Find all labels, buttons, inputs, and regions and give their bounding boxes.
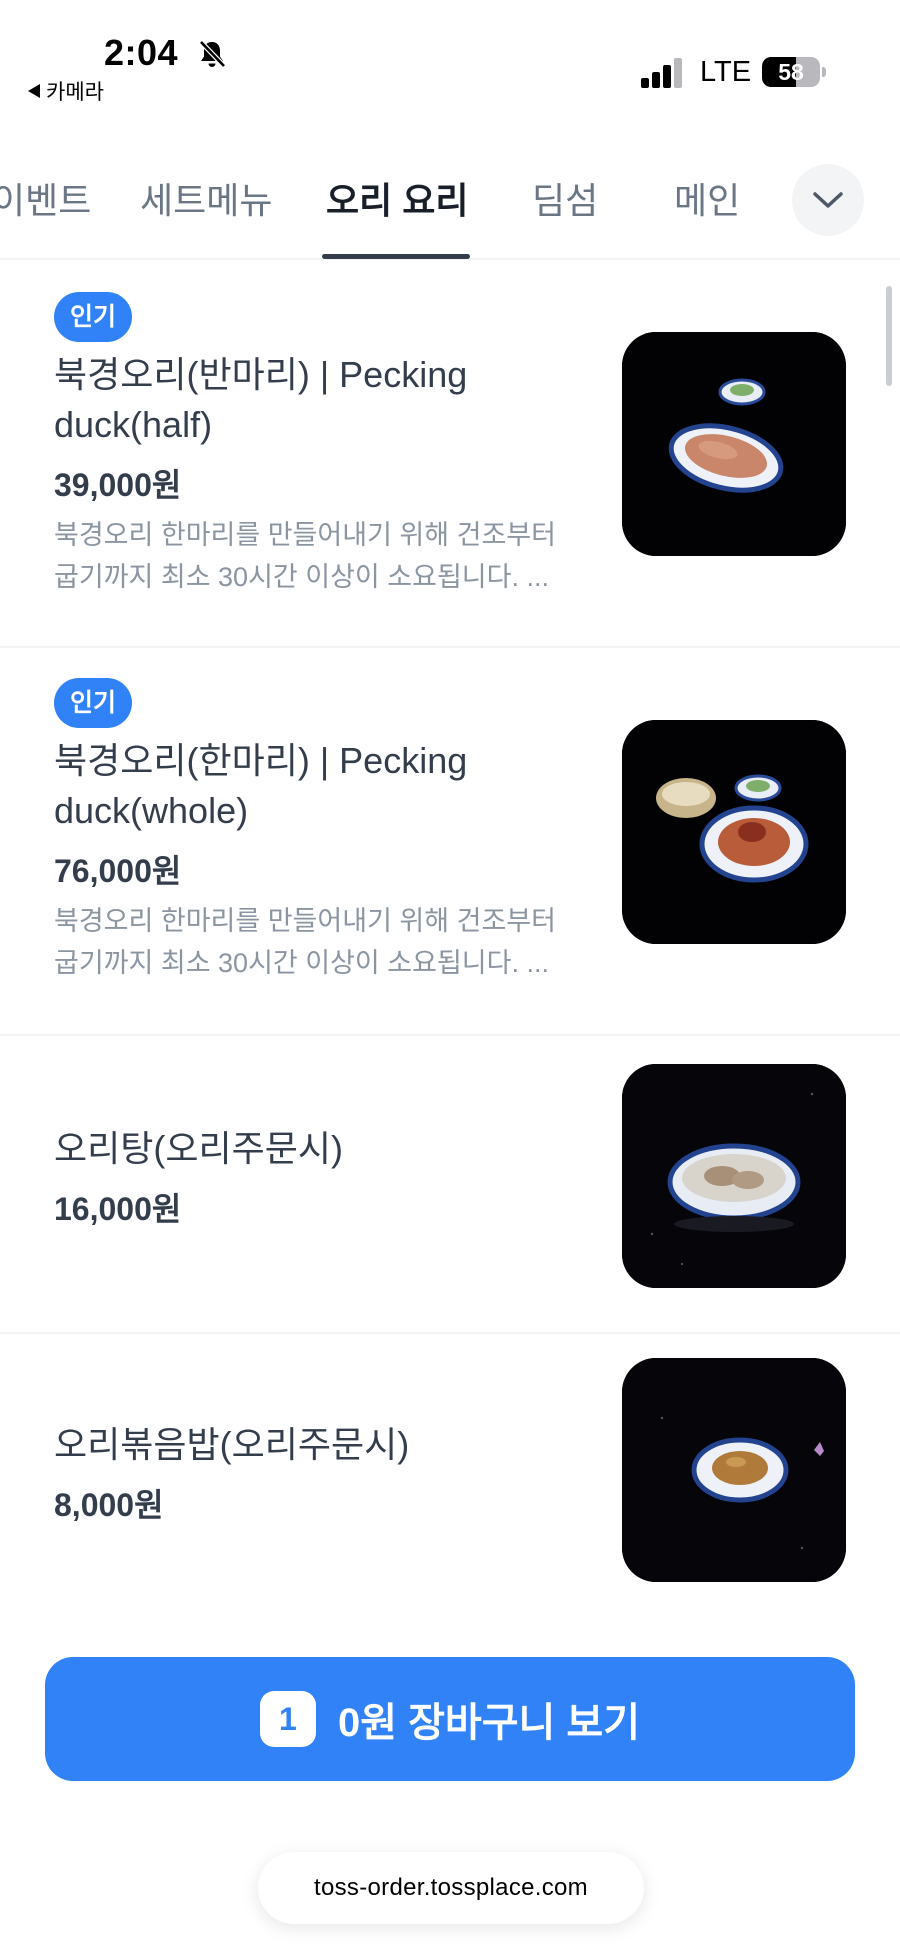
cart-button-label: 0원 장바구니 보기: [337, 1701, 641, 1745]
item-description: 북경오리 한마리를 만들어내기 위해 건조부터 굽기까지 최소 30시간 이상이…: [54, 520, 556, 592]
item-name: 오리탕(오리주문시): [54, 1128, 343, 1169]
address-bar[interactable]: toss-order.tossplace.com: [258, 1852, 644, 1924]
popular-badge: 인기: [54, 292, 133, 342]
cellular-signal-icon: [641, 58, 682, 88]
tab-event[interactable]: 이벤트: [0, 172, 91, 224]
bell-slash-icon: [199, 40, 226, 68]
tab-duck-dishes[interactable]: 오리 요리: [326, 172, 468, 224]
menu-item-peking-duck-whole[interactable]: 인기 북경오리(한마리) | Pecking duck(whole) 76,00…: [0, 648, 900, 1036]
item-price: 39,000원: [54, 467, 182, 503]
item-name: 북경오리(한마리) | Pecking duck(whole): [54, 740, 468, 831]
menu-item-peking-duck-half[interactable]: 인기 북경오리(반마리) | Pecking duck(half) 39,000…: [0, 262, 900, 648]
popular-badge: 인기: [54, 678, 133, 728]
item-price: 16,000원: [54, 1191, 182, 1227]
item-photo: [622, 1064, 846, 1288]
category-tabs: 이벤트 세트메뉴 오리 요리 딤섬 메인: [0, 130, 900, 260]
item-price: 76,000원: [54, 853, 182, 889]
battery-percent: 58: [778, 59, 804, 85]
back-triangle-icon: [28, 84, 40, 98]
item-name: 북경오리(반마리) | Pecking duck(half): [54, 354, 468, 445]
menu-item-duck-soup[interactable]: 오리탕(오리주문시) 16,000원: [0, 1036, 900, 1334]
scrollbar[interactable]: [886, 286, 892, 386]
item-photo: [622, 720, 846, 944]
category-more-button[interactable]: [792, 164, 864, 236]
active-tab-indicator: [322, 254, 470, 259]
item-photo: [622, 1358, 846, 1582]
status-bar: 2:04 카메라 LTE 58: [0, 0, 900, 120]
item-price: 8,000원: [54, 1487, 164, 1523]
menu-item-duck-fried-rice[interactable]: 오리볶음밥(오리주문시) 8,000원: [0, 1334, 900, 1634]
cart-count-badge: 1: [259, 1691, 316, 1747]
tab-main[interactable]: 메인: [674, 172, 740, 224]
item-description: 북경오리 한마리를 만들어내기 위해 건조부터 굽기까지 최소 30시간 이상이…: [54, 906, 556, 978]
back-app-label: 카메라: [46, 81, 104, 104]
back-to-camera-link[interactable]: 카메라: [28, 76, 104, 106]
item-photo: [622, 332, 846, 556]
battery-icon: 58: [762, 57, 826, 87]
tab-dimsum[interactable]: 딤섬: [532, 172, 598, 224]
view-cart-button[interactable]: 1 0원 장바구니 보기: [45, 1657, 855, 1781]
item-name: 오리볶음밥(오리주문시): [54, 1424, 410, 1465]
network-type: LTE: [700, 56, 752, 88]
tab-set-menu[interactable]: 세트메뉴: [140, 172, 272, 224]
status-time: 2:04: [104, 32, 179, 73]
chevron-down-icon: [813, 192, 843, 208]
